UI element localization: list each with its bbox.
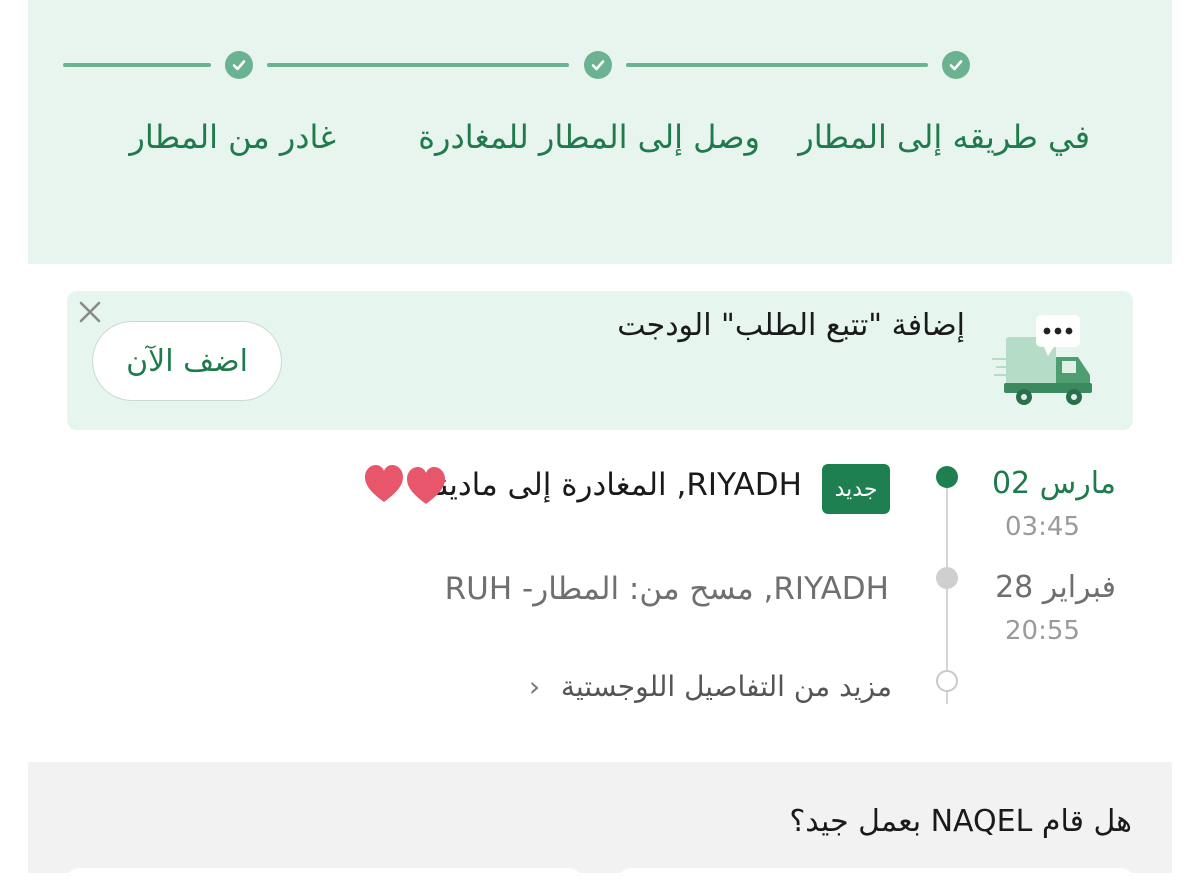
- chevron-left-icon: ‹: [528, 670, 541, 703]
- timeline-dot-current: [936, 466, 958, 488]
- timeline-dot-past: [936, 567, 958, 589]
- more-link-label: مزيد من التفاصيل اللوجستية: [560, 670, 892, 703]
- more-logistics-details-link[interactable]: مزيد من التفاصيل اللوجستية ‹: [529, 670, 892, 703]
- step-label-arrived-airport: وصل إلى المطار للمغادرة: [418, 118, 760, 156]
- progress-track-segment: [267, 63, 569, 67]
- step-check-icon: [225, 51, 253, 79]
- order-tracking-screen: في طريقه إلى المطار وصل إلى المطار للمغا…: [28, 0, 1172, 888]
- hearts-emoji-icon: [364, 462, 448, 506]
- timeline-dot-more: [936, 670, 958, 692]
- widget-promo-card: اضف الآن إضافة "تتبع الطلب" الودجت: [67, 291, 1133, 430]
- rating-option-card[interactable]: [620, 868, 1132, 888]
- event-date: فبراير 28: [995, 570, 1116, 605]
- step-check-icon: [942, 51, 970, 79]
- progress-track-segment: [63, 63, 211, 67]
- step-label-departed-airport: غادر من المطار: [129, 118, 336, 156]
- new-badge: جديد: [822, 464, 890, 514]
- widget-promo-title: إضافة "تتبع الطلب" الودجت: [617, 308, 965, 343]
- event-time: 03:45: [1005, 512, 1080, 542]
- rating-option-card[interactable]: [68, 868, 580, 888]
- event-date: مارس 02: [991, 466, 1116, 501]
- event-description: RIYADH, المغادرة إلى مادينا: [430, 467, 802, 503]
- event-description: RIYADH, مسح من: المطار- RUH: [444, 571, 889, 607]
- event-time: 20:55: [1005, 616, 1080, 646]
- rating-question: هل قام NAQEL بعمل جيد؟: [789, 804, 1132, 839]
- step-check-icon: [584, 51, 612, 79]
- shipment-progress-panel: في طريقه إلى المطار وصل إلى المطار للمغا…: [28, 0, 1172, 264]
- add-widget-button[interactable]: اضف الآن: [92, 321, 282, 401]
- progress-track-segment: [626, 63, 928, 67]
- rating-section: هل قام NAQEL بعمل جيد؟: [28, 762, 1172, 888]
- step-label-on-way-to-airport: في طريقه إلى المطار: [798, 118, 1090, 156]
- close-icon[interactable]: [75, 297, 105, 327]
- delivery-truck-icon: [992, 307, 1098, 413]
